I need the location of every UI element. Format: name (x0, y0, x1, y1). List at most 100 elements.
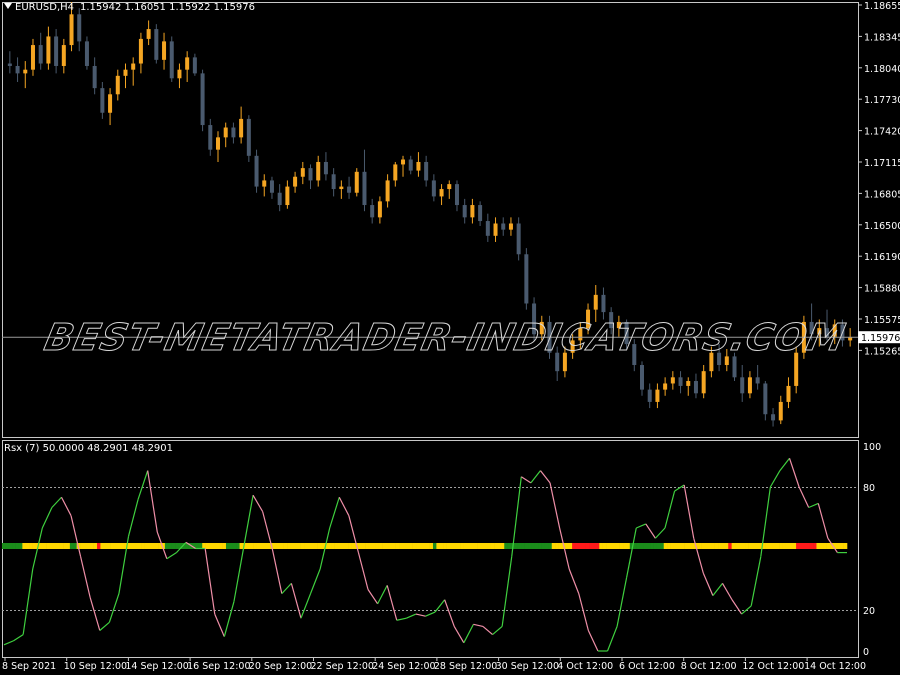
rsx-bar-segment (460, 543, 464, 549)
candle (763, 381, 768, 421)
candle (192, 53, 197, 76)
candle (508, 217, 513, 236)
rsx-bar-segment (639, 543, 644, 549)
candle (516, 217, 521, 261)
rsx-bar-segment (541, 543, 546, 549)
rsx-bar-segment (578, 543, 583, 549)
candle (493, 217, 498, 242)
rsx-bar-segment (599, 543, 603, 549)
rsx-bar-segment (66, 543, 71, 549)
rsx-bar-segment (514, 543, 519, 549)
rsx-segment (645, 523, 656, 539)
candle (208, 118, 213, 156)
rsx-segment (626, 527, 637, 578)
rsx-bar-segment (517, 543, 522, 549)
rsx-bar-segment (592, 543, 597, 549)
rsx-segment (453, 626, 465, 644)
rsx-segment (817, 503, 829, 539)
rsx-bar-segment (137, 543, 142, 549)
rsx-segment (702, 572, 714, 596)
rsx-segment (290, 583, 302, 619)
rsx-segment (367, 589, 379, 605)
candle (131, 57, 136, 86)
rsx-bar-segment (432, 543, 437, 549)
rsx-bar-segment (236, 543, 240, 549)
rsx-segment (233, 548, 245, 602)
rsx-bar-segment (168, 543, 172, 549)
price-candles (7, 2, 853, 427)
rsx-segment (473, 623, 484, 627)
rsx-segment (99, 621, 110, 631)
candle (269, 176, 274, 199)
indicator-tick-label: 20 (863, 606, 875, 617)
rsx-bar-segment (317, 543, 322, 549)
rsx-bar-segment (544, 543, 549, 549)
rsx-bar-segment (704, 543, 709, 549)
candle (223, 122, 228, 148)
rsx-bar-segment (320, 543, 325, 549)
rsx-segment (568, 568, 580, 594)
candle (647, 383, 652, 409)
rsx-bar-segment (297, 543, 301, 549)
chart-canvas: 1.18655 1.18345 1.18040 1.17730 1.17420 1.171… (2, 1, 900, 672)
candle (393, 161, 398, 187)
rsx-segment (415, 613, 426, 617)
candle (316, 155, 321, 187)
rsx-segment (549, 482, 561, 529)
rsx-bar-segment (385, 543, 390, 549)
time-tick-label: 8 Oct 12:00 (681, 661, 737, 672)
rsx-bar-segment (83, 543, 88, 549)
rsx-segment (808, 502, 819, 509)
rsx-segment (539, 470, 551, 484)
rsx-bar-segment (660, 543, 665, 549)
rsx-bar-segment (680, 543, 685, 549)
current-price-label: 1.15976 (861, 333, 900, 344)
rsx-bar-segment (280, 543, 284, 549)
rsx-segment (587, 630, 599, 652)
candle (339, 180, 344, 199)
rsx-bar-segment (402, 543, 407, 549)
ohlc-values: 1.15942 1.16051 1.15922 1.15976 (80, 2, 255, 13)
rsx-segment (578, 593, 589, 631)
rsx-segment (51, 496, 62, 508)
rsx-segment (386, 585, 398, 621)
rsx-segment (300, 593, 312, 619)
rsx-bar-segment (534, 543, 539, 549)
rsx-bar-segment (12, 543, 16, 549)
rsx-bar-segment (616, 543, 620, 549)
rsx-bar-segment (141, 543, 145, 549)
rsx-bar-segment (310, 543, 315, 549)
candle (154, 24, 159, 64)
dropdown-triangle-icon[interactable] (4, 3, 12, 9)
rsx-segment (108, 593, 120, 623)
candle (277, 184, 282, 212)
rsx-bar-segment (276, 543, 281, 549)
rsx-bar-segment (816, 543, 821, 549)
rsx-bar-segment (663, 543, 668, 549)
rsx-bar-segment (782, 543, 787, 549)
rsx-bar-segment (724, 543, 729, 549)
main-pane-border (2, 2, 859, 438)
rsx-bar-segment (748, 543, 753, 549)
rsx-bar-segment (745, 543, 749, 549)
rsx-bar-segment (555, 543, 559, 549)
rsx-segment (463, 624, 474, 644)
rsx-bar-segment (215, 543, 220, 549)
rsx-bar-segment (602, 543, 607, 549)
rsx-bar-segment (670, 543, 675, 549)
rsx-bar-segment (144, 543, 149, 549)
candle (115, 69, 120, 101)
rsx-segment (530, 470, 541, 484)
candle (747, 371, 752, 399)
rsx-bar-segment (212, 543, 217, 549)
rsx-bar-segment (609, 543, 614, 549)
candle (200, 69, 205, 132)
rsx-segment (501, 556, 513, 627)
rsx-bar-segment (449, 543, 454, 549)
rsx-bar-segment (809, 543, 814, 549)
rsx-bar-segment (792, 543, 797, 549)
rsx-bar-segment (368, 543, 373, 549)
rsx-bar-segment (283, 543, 288, 549)
candle (100, 81, 105, 119)
rsx-bar-segment (426, 543, 430, 549)
